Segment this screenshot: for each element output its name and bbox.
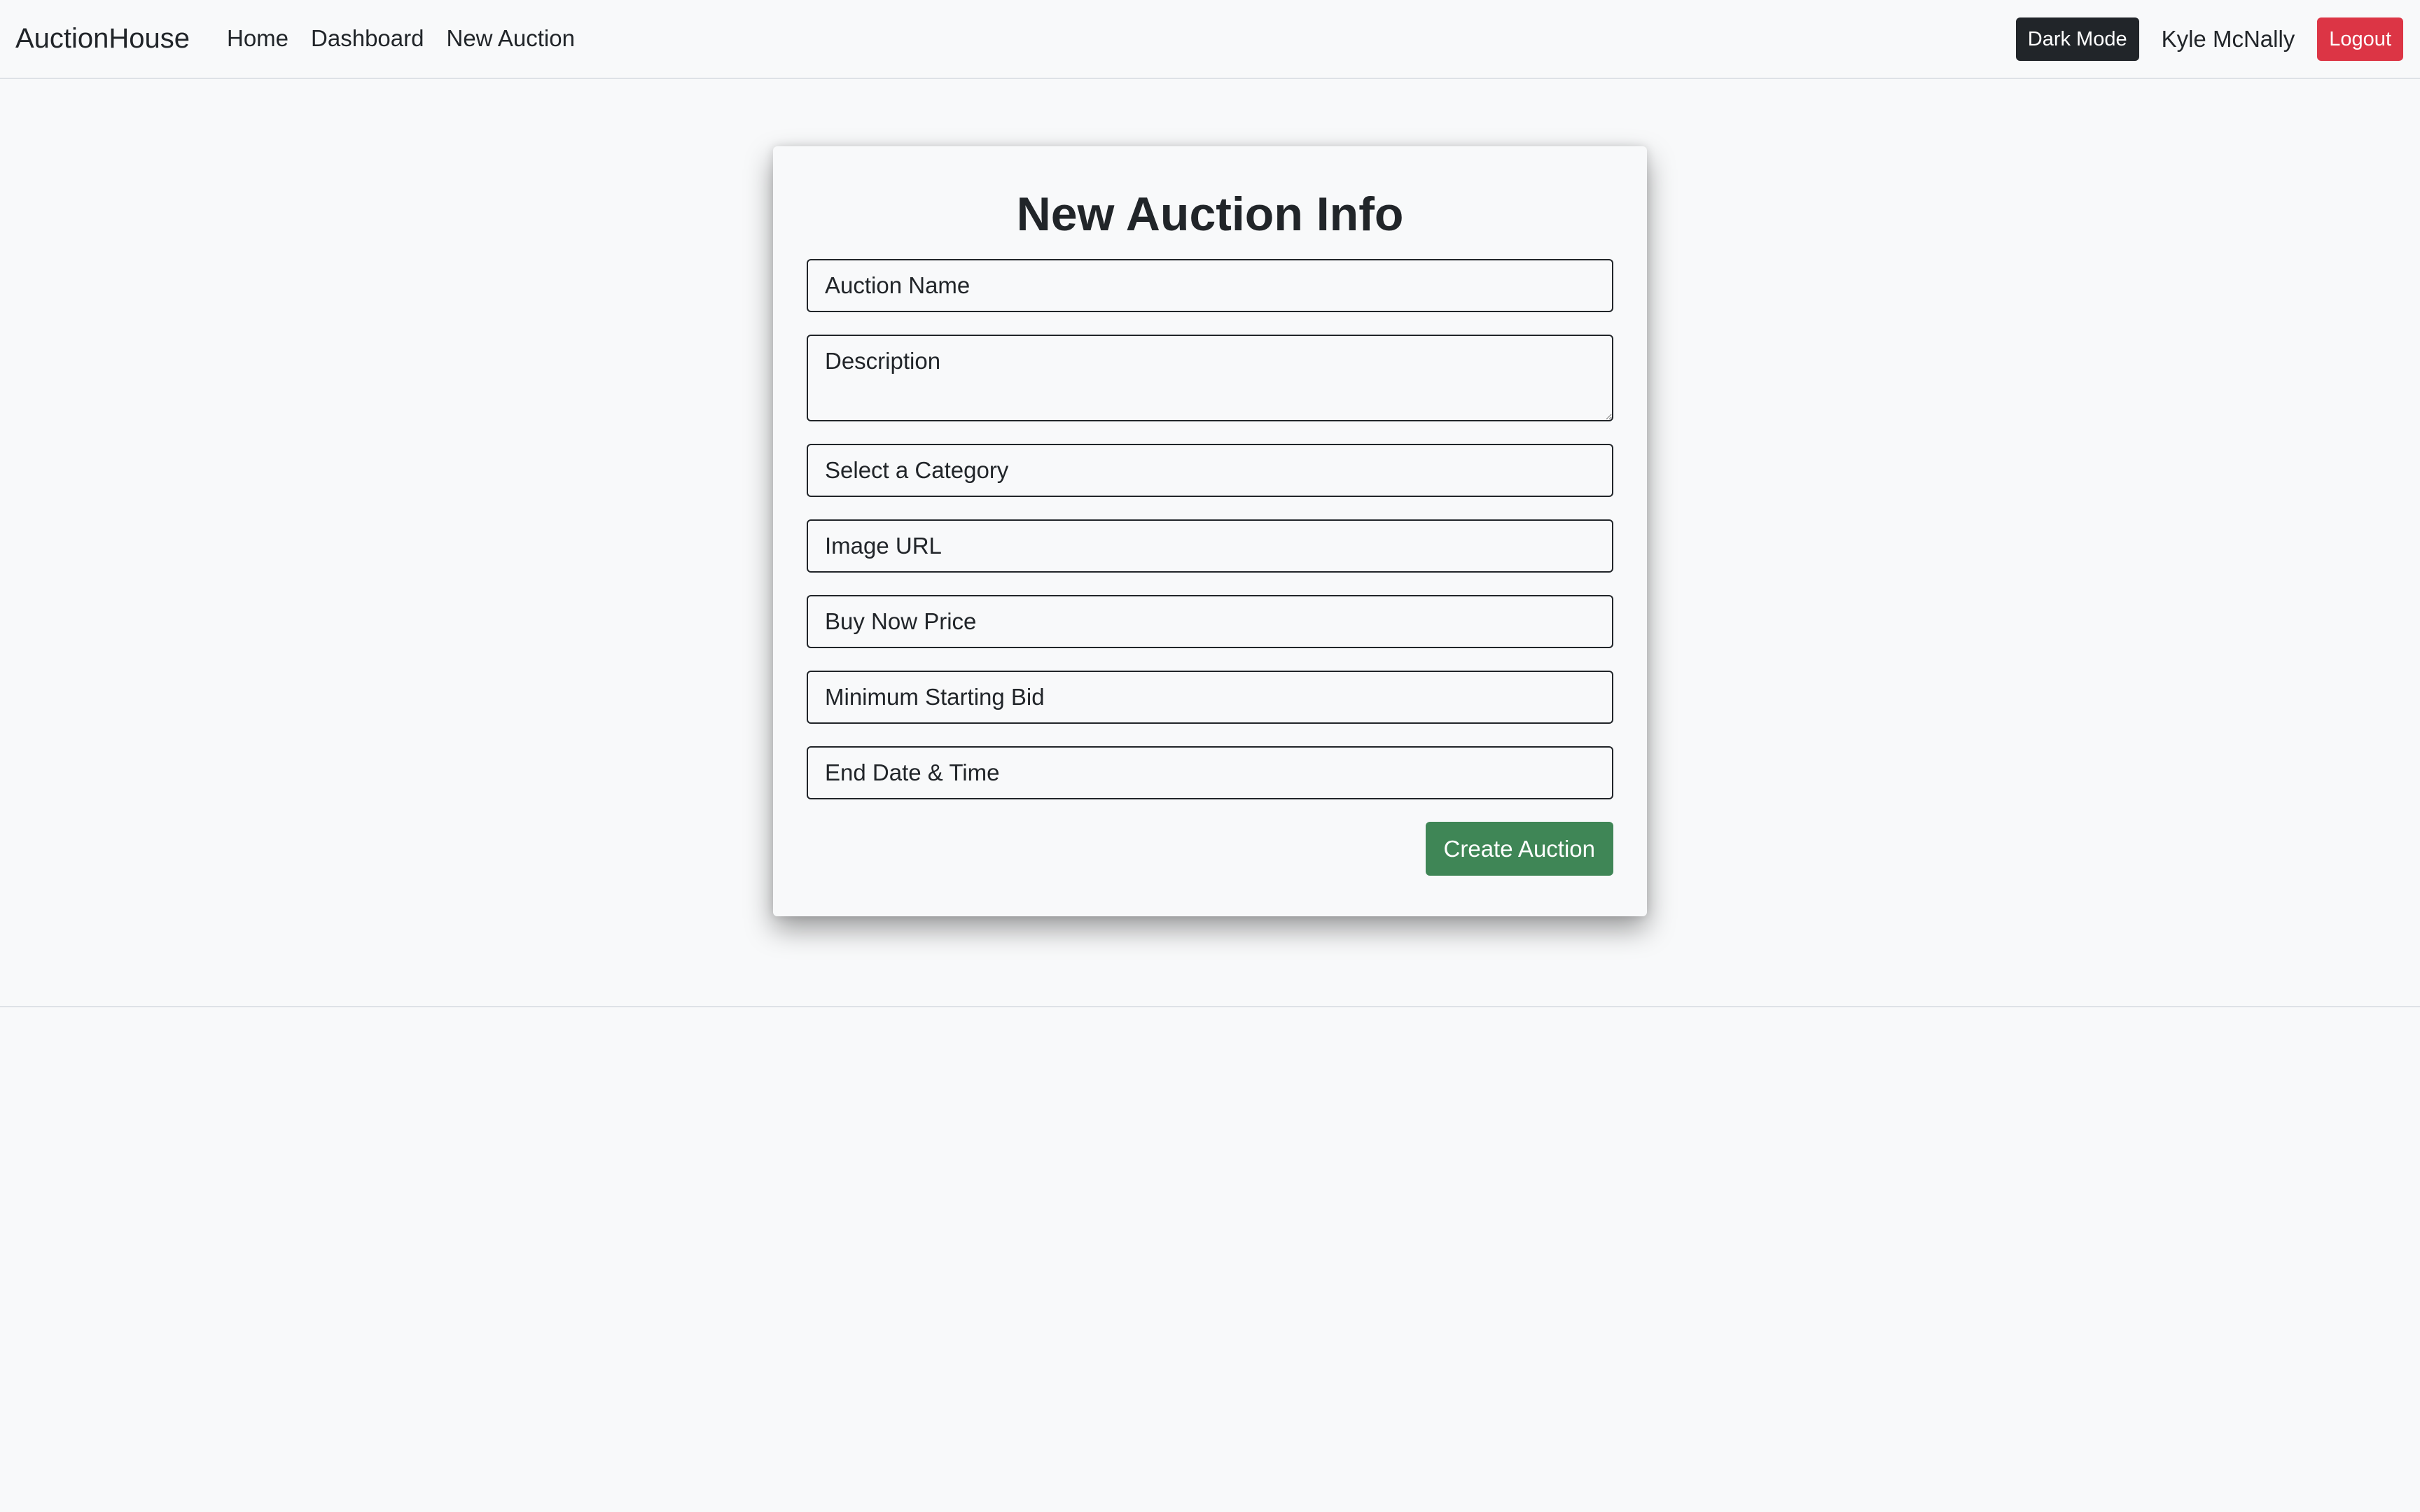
nav-links: Home Dashboard New Auction bbox=[227, 21, 575, 56]
form-title: New Auction Info bbox=[1016, 188, 1404, 241]
brand-link[interactable]: AuctionHouse bbox=[15, 20, 190, 57]
new-auction-form-card: New Auction Info Select a Category Creat… bbox=[773, 146, 1647, 916]
description-textarea[interactable] bbox=[807, 335, 1613, 421]
form-actions: Create Auction bbox=[807, 822, 1613, 876]
navbar-right-group: Dark Mode Kyle McNally Logout bbox=[2015, 18, 2403, 61]
minimum-starting-bid-input[interactable] bbox=[807, 671, 1613, 724]
end-date-time-input[interactable] bbox=[807, 746, 1613, 799]
nav-link-dashboard[interactable]: Dashboard bbox=[311, 21, 424, 56]
category-select[interactable]: Select a Category bbox=[807, 444, 1613, 497]
category-select-value: Select a Category bbox=[825, 457, 1009, 483]
user-name: Kyle McNally bbox=[2161, 26, 2295, 52]
buy-now-price-input[interactable] bbox=[807, 595, 1613, 648]
nav-link-new-auction[interactable]: New Auction bbox=[446, 21, 574, 56]
create-auction-button[interactable]: Create Auction bbox=[1425, 822, 1613, 876]
logout-button[interactable]: Logout bbox=[2317, 18, 2403, 61]
nav-link-home[interactable]: Home bbox=[227, 21, 288, 56]
dark-mode-button[interactable]: Dark Mode bbox=[2015, 18, 2139, 61]
auction-name-input[interactable] bbox=[807, 259, 1613, 312]
top-navbar: AuctionHouse Home Dashboard New Auction … bbox=[0, 0, 2420, 79]
main-content: New Auction Info Select a Category Creat… bbox=[0, 79, 2420, 1007]
image-url-input[interactable] bbox=[807, 519, 1613, 573]
